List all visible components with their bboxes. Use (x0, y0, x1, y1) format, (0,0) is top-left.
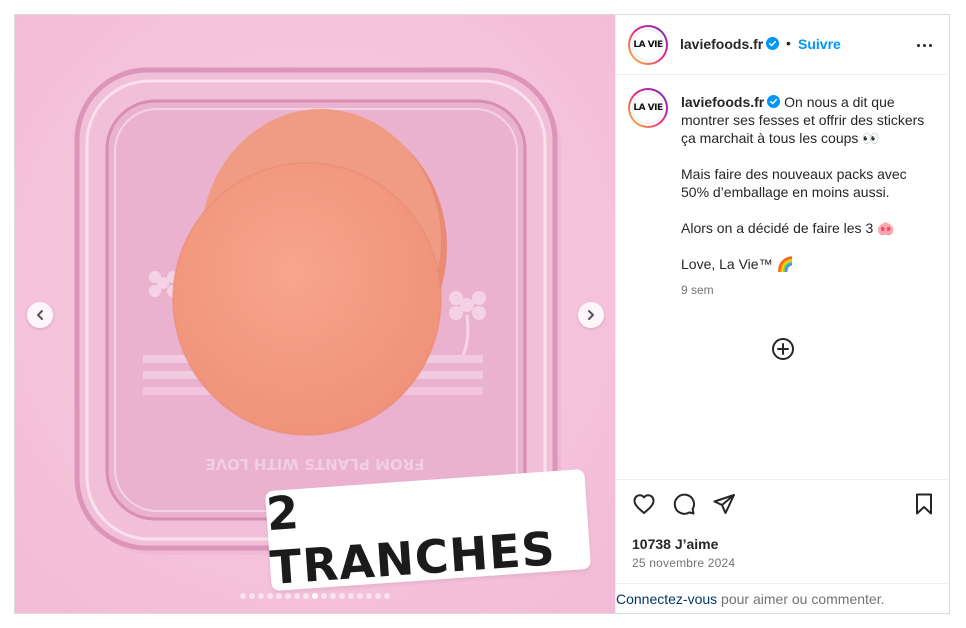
carousel-dot (267, 593, 273, 599)
chevron-left-icon (37, 310, 43, 320)
previous-slide-button[interactable] (27, 302, 53, 328)
post-time-ago[interactable]: 9 sem (681, 281, 931, 299)
like-button[interactable] (632, 492, 656, 516)
save-button[interactable] (912, 492, 936, 516)
carousel-indicator (15, 593, 615, 599)
post-caption: laviefoods.fr On nous a dit que montrer … (681, 93, 931, 299)
caption-paragraph: Alors on a décidé de faire les 3 🐽 (681, 220, 895, 236)
carousel-dot (321, 593, 327, 599)
verified-icon (766, 37, 780, 50)
share-button[interactable] (712, 492, 736, 516)
brand-logo: LA VIE (632, 92, 664, 124)
sticker-text: 2 TRANCHES (264, 484, 558, 596)
carousel-dot (276, 593, 282, 599)
carousel-dot (240, 593, 246, 599)
follow-button[interactable]: Suivre (798, 36, 841, 52)
carousel-dot (312, 593, 318, 599)
add-comment-icon (772, 338, 794, 360)
caption-username[interactable]: laviefoods.fr (681, 94, 764, 110)
heart-icon (633, 494, 655, 514)
carousel-dot (303, 593, 309, 599)
instagram-post: FROM PLANTS WITH LOVE 2 TRANCHES LA VIE … (14, 14, 950, 614)
avatar[interactable]: LA VIE (628, 25, 668, 65)
bookmark-icon (916, 493, 932, 515)
carousel-dot (348, 593, 354, 599)
login-prompt: Connectez-vous pour aimer ou commenter. (616, 583, 950, 613)
action-bar: 10738 J’aime 25 novembre 2024 (616, 479, 950, 583)
tranches-sticker: 2 TRANCHES (265, 468, 592, 595)
username-link[interactable]: laviefoods.fr (680, 36, 780, 52)
more-options-button[interactable] (912, 35, 936, 55)
brand-logo: LA VIE (632, 29, 664, 61)
load-more-comments-button[interactable] (771, 337, 795, 361)
post-side-panel: LA VIE laviefoods.fr • Suivre LA VIE lav… (615, 15, 950, 613)
post-media[interactable]: FROM PLANTS WITH LOVE 2 TRANCHES (15, 15, 615, 613)
post-date[interactable]: 25 novembre 2024 (632, 556, 735, 570)
carousel-dot (330, 593, 336, 599)
verified-icon (767, 95, 781, 108)
separator-dot: • (786, 35, 791, 51)
carousel-dot (357, 593, 363, 599)
more-icon (916, 43, 932, 47)
carousel-dot (384, 593, 390, 599)
caption-paragraph: Mais faire des nouveaux packs avec 50% d… (681, 166, 907, 200)
caption-paragraph: Love, La Vie™ 🌈 (681, 256, 794, 272)
embossed-text: FROM PLANTS WITH LOVE (205, 455, 424, 473)
login-prompt-text: pour aimer ou commenter. (717, 591, 885, 607)
login-link[interactable]: Connectez-vous (616, 591, 717, 607)
post-header: LA VIE laviefoods.fr • Suivre (616, 15, 950, 75)
carousel-dot (366, 593, 372, 599)
carousel-dot (294, 593, 300, 599)
next-slide-button[interactable] (578, 302, 604, 328)
chevron-right-icon (588, 310, 594, 320)
likes-count[interactable]: 10738 J’aime (632, 536, 718, 552)
comment-icon (673, 493, 695, 515)
carousel-dot (249, 593, 255, 599)
carousel-dot (258, 593, 264, 599)
caption-avatar[interactable]: LA VIE (628, 88, 668, 128)
share-icon (713, 494, 735, 514)
username-text: laviefoods.fr (680, 36, 764, 52)
comment-button[interactable] (672, 492, 696, 516)
carousel-dot (285, 593, 291, 599)
carousel-dot (375, 593, 381, 599)
carousel-dot (339, 593, 345, 599)
